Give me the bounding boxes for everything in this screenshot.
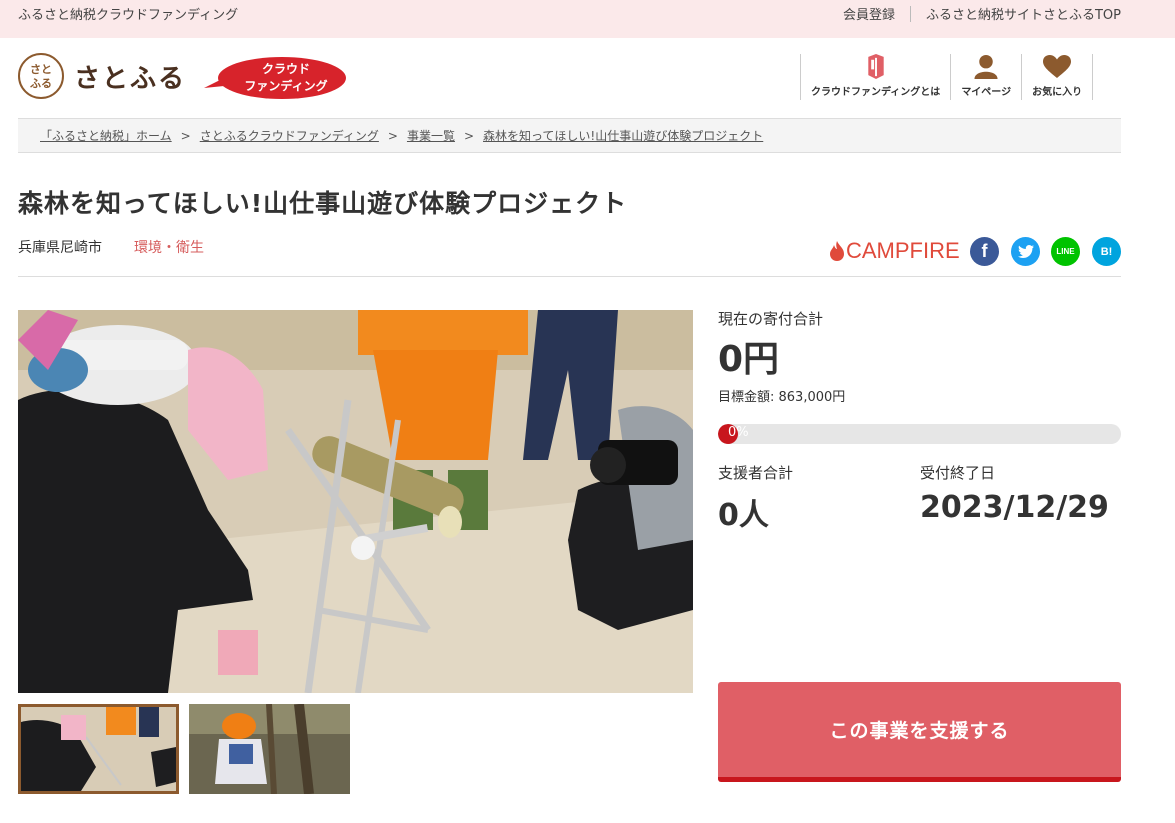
nav-label: クラウドファンディングとは [811,87,941,98]
header-icon-nav: クラウドファンディングとは マイページ お気に入り [800,54,1094,100]
badge-line-2: ファンディング [244,79,328,93]
divider [909,5,911,22]
deadline-label: 受付終了日 [920,464,996,482]
top-bar: ふるさと納税クラウドファンディング 会員登録 ふるさと納税サイトさとふるTOP [0,0,1175,38]
total-donation-amount: 0円 [718,339,780,380]
progress-bar: 0% [718,424,1121,444]
support-project-button[interactable]: この事業を支援する [718,682,1121,782]
nav-mypage[interactable]: マイページ [951,54,1023,100]
breadcrumb-project-list[interactable]: 事業一覧 [407,127,455,144]
breadcrumb: 「ふるさと納税」ホーム > さとふるクラウドファンディング > 事業一覧 > 森… [18,118,1121,153]
crowdfunding-badge[interactable]: クラウド ファンディング [202,56,348,100]
user-icon [974,54,998,79]
breadcrumb-separator: > [180,128,191,143]
satofull-logo-text[interactable]: さとふる [74,58,186,95]
photo-thumbnail-2[interactable] [189,704,350,794]
svg-text:さと: さと [30,63,52,76]
campfire-text: CAMPFIRE [846,238,960,263]
site-label: ふるさと納税クラウドファンディング [18,8,239,23]
satofull-top-link[interactable]: ふるさと納税サイトさとふるTOP [926,4,1121,23]
top-links: 会員登録 ふるさと納税サイトさとふるTOP [843,4,1121,23]
nav-favorites[interactable]: お気に入り [1022,54,1094,100]
breadcrumb-crowdfunding[interactable]: さとふるクラウドファンディング [200,127,379,144]
breadcrumb-home[interactable]: 「ふるさと納税」ホーム [40,127,172,144]
twitter-share-icon[interactable] [1011,237,1040,266]
campfire-logo[interactable]: CAMPFIRE [830,238,960,264]
project-category[interactable]: 環境・衛生 [134,237,204,257]
total-donation-label: 現在の寄付合計 [718,310,824,328]
main-project-photo[interactable] [18,310,693,693]
supporters-value: 0人 [718,498,769,533]
info-book-icon [867,54,884,79]
line-share-icon[interactable]: LINE [1051,237,1080,266]
member-register-link[interactable]: 会員登録 [843,4,895,23]
supporters-label: 支援者合計 [718,464,794,482]
badge-line-1: クラウド [261,62,310,76]
breadcrumb-separator: > [463,128,475,143]
heart-icon [1043,55,1072,78]
goal-amount: 目標金額: 863,000円 [718,390,846,405]
page-title: 森林を知ってほしい!山仕事山遊び体験プロジェクト [18,189,628,218]
hatena-bookmark-icon[interactable]: B! [1092,237,1121,266]
satofull-logo-mark[interactable]: さと ふる [18,53,64,99]
photo-thumbnail-1[interactable] [18,704,179,794]
title-divider [18,276,1121,277]
svg-text:ふる: ふる [30,77,52,90]
deadline-value: 2023/12/29 [920,490,1109,525]
nav-label: お気に入り [1032,87,1083,98]
breadcrumb-current[interactable]: 森林を知ってほしい!山仕事山遊び体験プロジェクト [483,127,763,144]
nav-about-crowdfunding[interactable]: クラウドファンディングとは [801,54,952,100]
breadcrumb-separator: > [387,128,398,143]
project-location: 兵庫県尼崎市 [18,240,102,256]
facebook-share-icon[interactable]: f [970,237,999,266]
flame-icon [830,241,844,261]
progress-percent: 0% [728,425,749,440]
nav-label: マイページ [961,87,1012,98]
